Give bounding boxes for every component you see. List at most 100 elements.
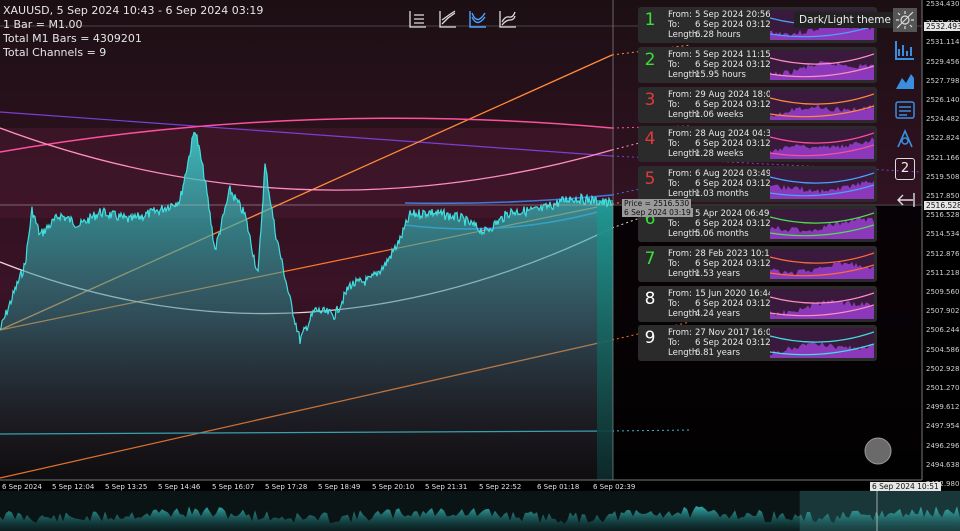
length-value: 6.28 hours (695, 30, 741, 40)
symbol-range: XAUUSD, 5 Sep 2024 10:43 - 6 Sep 2024 03… (3, 4, 264, 17)
from-value: 5 Apr 2024 06:49 (695, 209, 770, 219)
cursor-time-tag: 6 Sep 2024 03:19 (622, 208, 693, 217)
to-value: 6 Sep 2024 03:12 (695, 139, 771, 150)
from-value: 27 Nov 2017 16:05 (695, 328, 777, 339)
line-chart-icon[interactable] (437, 8, 459, 30)
theme-toggle-icon[interactable] (893, 8, 917, 32)
drag-handle-icon (864, 437, 892, 465)
price-tick-label: 2496.296 (926, 441, 960, 450)
from-label: From: (668, 10, 692, 20)
current-segment (597, 200, 613, 480)
length-value: 15.95 hours (695, 69, 746, 80)
curve-chart-icon[interactable] (467, 8, 489, 30)
from-value: 6 Aug 2024 03:49 (695, 169, 772, 180)
channel-number: 8 (644, 288, 656, 309)
channel-thumbnail (770, 248, 874, 279)
theme-tooltip: Dark/Light theme (794, 12, 896, 28)
channel-thumbnail (770, 169, 874, 200)
area-chart-icon[interactable] (497, 8, 519, 30)
time-tick-label: 5 Sep 22:52 (479, 483, 522, 491)
to-label: To: (668, 59, 680, 70)
from-value: 28 Feb 2023 10:17 (695, 248, 776, 259)
from-label: From: (668, 288, 692, 299)
price-tick-label: 2529.456 (926, 57, 960, 66)
channel-thumbnail (770, 288, 874, 319)
price-tick-label: 2514.534 (926, 230, 960, 239)
to-value: 6 Sep 2024 03:12 (695, 258, 771, 269)
to-value: 6 Sep 2024 03:12 (695, 99, 771, 110)
from-value: 29 Aug 2024 18:09 (695, 89, 777, 100)
histogram-icon[interactable] (893, 38, 917, 62)
price-tick-label: 2526.140 (926, 96, 960, 104)
eye-icon[interactable] (893, 127, 917, 151)
to-label: To: (668, 338, 680, 349)
price-tick-label: 2499.612 (926, 403, 960, 412)
to-value: 6 Sep 2024 03:12 (695, 59, 771, 70)
collapse-arrow-icon[interactable] (893, 188, 917, 212)
from-label: From: (668, 248, 692, 259)
price-tick-label: 2521.166 (926, 153, 960, 162)
time-tick-label: 5 Sep 18:49 (318, 483, 361, 491)
from-value: 5 Sep 2024 20:56 (695, 10, 771, 20)
total-bars: Total M1 Bars = 4309201 (3, 32, 142, 45)
price-tick-label: 2531.114 (926, 38, 960, 47)
list-view-icon[interactable] (893, 98, 917, 122)
to-label: To: (668, 179, 680, 190)
to-label: To: (668, 99, 680, 110)
channel-thumbnail (770, 328, 874, 359)
cursor-price-tag: Price = 2516.530 (622, 199, 692, 208)
length-value: 1.28 weeks (695, 149, 744, 160)
bars-chart-icon[interactable] (407, 8, 429, 30)
channel-number: 1 (644, 10, 656, 30)
chart-window[interactable]: XAUUSD, 5 Sep 2024 10:43 - 6 Sep 2024 03… (0, 0, 960, 531)
channel-thumbnail (770, 209, 874, 239)
channel-number: 3 (644, 89, 656, 110)
channel-panel[interactable]: 9 From: To: Length: 27 Nov 2017 16:05 6 Sep 2… (638, 325, 877, 362)
price-tick-label: 2501.270 (926, 384, 960, 392)
channel-panel[interactable]: 8 From: To: Length: 15 Jun 2020 16:44 6 Sep 2… (638, 285, 877, 322)
time-tick-label: 6 Sep 2024 (2, 483, 42, 491)
from-label: From: (668, 89, 692, 100)
price-tick-label: 2509.560 (926, 288, 960, 296)
time-tick-label: 6 Sep 01:18 (537, 483, 580, 491)
channel-panel[interactable]: 4 From: To: Length: 28 Aug 2024 04:35 6 Sep 2… (638, 126, 877, 163)
price-axis-top-tag: 2532.493 (924, 22, 960, 31)
channel-panel[interactable]: 5 From: To: Length: 6 Aug 2024 03:49 6 Sep 20… (638, 166, 877, 203)
mountain-chart-icon[interactable] (893, 68, 917, 92)
time-tick-label: 6 Sep 02:39 (593, 483, 636, 491)
price-tick-label: 2512.876 (926, 249, 960, 258)
length-value: 6.81 years (695, 348, 741, 359)
channel-panel[interactable]: 2 From: To: Length: 5 Sep 2024 11:15 6 Sep 20… (638, 46, 877, 83)
to-value: 6 Sep 2024 03:12 (695, 179, 771, 190)
price-tick-label: 2506.244 (926, 326, 960, 335)
price-tick-label: 2504.586 (926, 345, 960, 354)
from-label: From: (668, 328, 692, 339)
channel-panel[interactable]: 7 From: To: Length: 28 Feb 2023 10:17 6 Sep 2… (638, 245, 877, 282)
price-tick-label: 2507.902 (926, 307, 960, 316)
time-tick-label: 5 Sep 13:25 (105, 483, 148, 491)
to-value: 6 Sep 2024 03:12 (695, 298, 771, 309)
price-tick-label: 2534.430 (926, 0, 960, 8)
channel-number: 2 (644, 49, 656, 70)
to-value: 6 Sep 2024 03:12 (695, 219, 771, 229)
navigator-window (799, 490, 960, 531)
length-value: 1.03 months (695, 189, 749, 200)
to-value: 6 Sep 2024 03:12 (695, 20, 771, 30)
bar-info: 1 Bar = M1.00 (3, 18, 83, 31)
length-value: 1.53 years (695, 268, 741, 279)
to-label: To: (668, 298, 680, 309)
to-label: To: (668, 258, 680, 269)
channel-band (0, 128, 612, 218)
total-channels: Total Channels = 9 (3, 46, 107, 59)
channel-count-icon[interactable]: 2 (895, 158, 915, 180)
price-tick-label: 2524.482 (926, 115, 960, 124)
channel-thumbnail (770, 89, 874, 120)
time-tick-label: 5 Sep 21:31 (425, 483, 468, 491)
channel-panel[interactable]: 3 From: To: Length: 29 Aug 2024 18:09 6 Sep 2… (638, 86, 877, 123)
price-tick-label: 2527.798 (926, 76, 960, 85)
time-tick-label: 5 Sep 17:28 (265, 483, 308, 491)
channel-number: 5 (644, 169, 656, 190)
navigator-time-tag: 6 Sep 2024 10:51 (870, 482, 941, 491)
channel-number: 9 (644, 328, 656, 349)
price-tick-label: 2522.824 (926, 134, 960, 143)
